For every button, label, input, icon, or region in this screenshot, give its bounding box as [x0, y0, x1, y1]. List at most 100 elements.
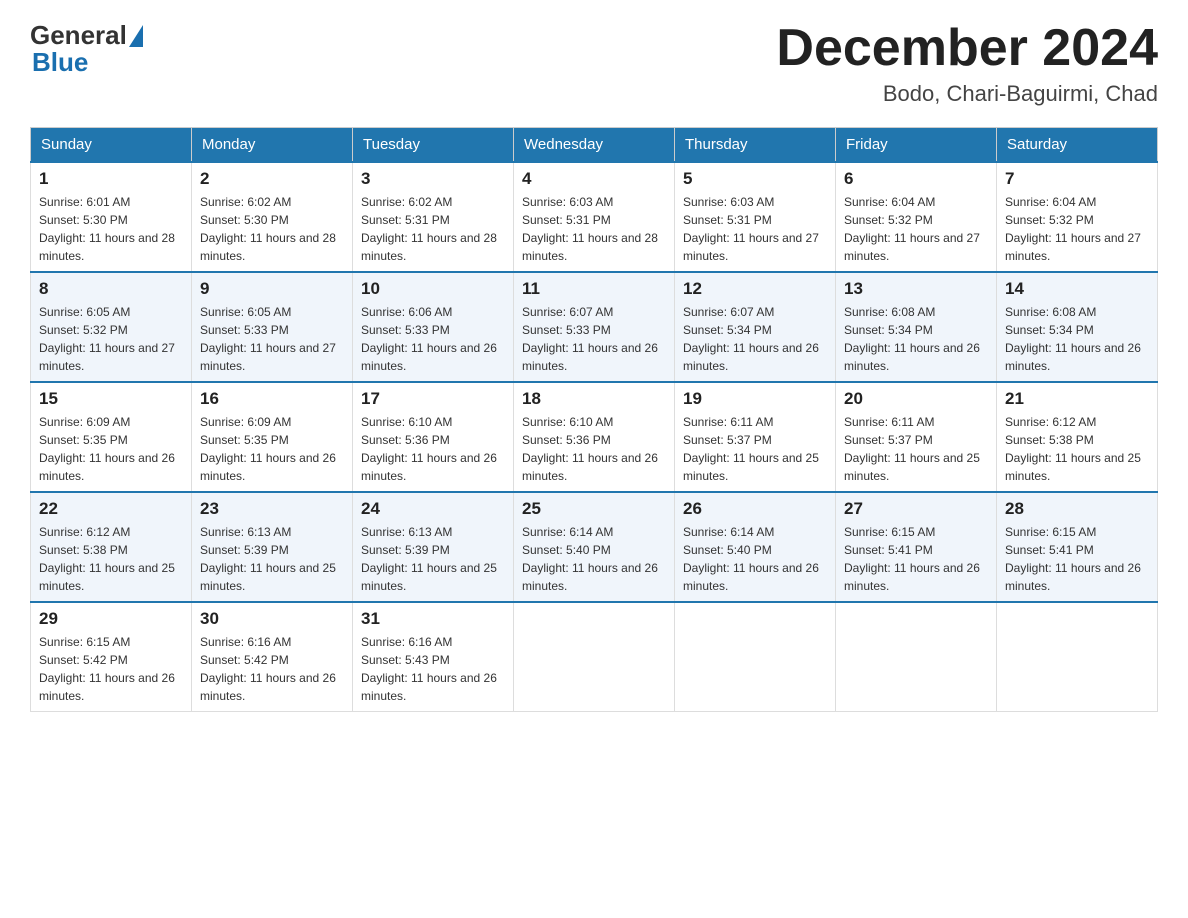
logo-triangle-icon	[129, 25, 143, 47]
day-number: 12	[683, 279, 827, 299]
day-info: Sunrise: 6:08 AM Sunset: 5:34 PM Dayligh…	[844, 303, 988, 375]
day-info: Sunrise: 6:14 AM Sunset: 5:40 PM Dayligh…	[522, 523, 666, 595]
day-number: 30	[200, 609, 344, 629]
calendar-cell: 13 Sunrise: 6:08 AM Sunset: 5:34 PM Dayl…	[836, 272, 997, 382]
calendar-cell: 9 Sunrise: 6:05 AM Sunset: 5:33 PM Dayli…	[192, 272, 353, 382]
calendar-cell	[836, 602, 997, 712]
day-number: 15	[39, 389, 183, 409]
calendar-cell: 22 Sunrise: 6:12 AM Sunset: 5:38 PM Dayl…	[31, 492, 192, 602]
day-number: 24	[361, 499, 505, 519]
day-info: Sunrise: 6:16 AM Sunset: 5:42 PM Dayligh…	[200, 633, 344, 705]
weekday-header-tuesday: Tuesday	[353, 128, 514, 163]
weekday-header-saturday: Saturday	[997, 128, 1158, 163]
day-info: Sunrise: 6:11 AM Sunset: 5:37 PM Dayligh…	[844, 413, 988, 485]
weekday-header-monday: Monday	[192, 128, 353, 163]
location-title: Bodo, Chari-Baguirmi, Chad	[776, 81, 1158, 107]
day-info: Sunrise: 6:12 AM Sunset: 5:38 PM Dayligh…	[1005, 413, 1149, 485]
month-title: December 2024	[776, 20, 1158, 77]
calendar-cell: 12 Sunrise: 6:07 AM Sunset: 5:34 PM Dayl…	[675, 272, 836, 382]
day-info: Sunrise: 6:05 AM Sunset: 5:33 PM Dayligh…	[200, 303, 344, 375]
day-number: 3	[361, 169, 505, 189]
calendar-week-4: 22 Sunrise: 6:12 AM Sunset: 5:38 PM Dayl…	[31, 492, 1158, 602]
calendar-cell: 8 Sunrise: 6:05 AM Sunset: 5:32 PM Dayli…	[31, 272, 192, 382]
day-number: 8	[39, 279, 183, 299]
day-number: 18	[522, 389, 666, 409]
calendar-cell: 31 Sunrise: 6:16 AM Sunset: 5:43 PM Dayl…	[353, 602, 514, 712]
day-number: 27	[844, 499, 988, 519]
calendar-cell: 17 Sunrise: 6:10 AM Sunset: 5:36 PM Dayl…	[353, 382, 514, 492]
calendar-cell: 6 Sunrise: 6:04 AM Sunset: 5:32 PM Dayli…	[836, 162, 997, 272]
day-number: 23	[200, 499, 344, 519]
calendar-cell: 10 Sunrise: 6:06 AM Sunset: 5:33 PM Dayl…	[353, 272, 514, 382]
day-number: 31	[361, 609, 505, 629]
day-info: Sunrise: 6:12 AM Sunset: 5:38 PM Dayligh…	[39, 523, 183, 595]
day-info: Sunrise: 6:10 AM Sunset: 5:36 PM Dayligh…	[361, 413, 505, 485]
day-info: Sunrise: 6:07 AM Sunset: 5:33 PM Dayligh…	[522, 303, 666, 375]
calendar-cell: 5 Sunrise: 6:03 AM Sunset: 5:31 PM Dayli…	[675, 162, 836, 272]
day-number: 9	[200, 279, 344, 299]
calendar-cell: 3 Sunrise: 6:02 AM Sunset: 5:31 PM Dayli…	[353, 162, 514, 272]
day-info: Sunrise: 6:15 AM Sunset: 5:42 PM Dayligh…	[39, 633, 183, 705]
weekday-header-sunday: Sunday	[31, 128, 192, 163]
day-number: 20	[844, 389, 988, 409]
day-info: Sunrise: 6:06 AM Sunset: 5:33 PM Dayligh…	[361, 303, 505, 375]
day-number: 2	[200, 169, 344, 189]
day-info: Sunrise: 6:03 AM Sunset: 5:31 PM Dayligh…	[683, 193, 827, 265]
day-info: Sunrise: 6:16 AM Sunset: 5:43 PM Dayligh…	[361, 633, 505, 705]
day-number: 22	[39, 499, 183, 519]
day-info: Sunrise: 6:05 AM Sunset: 5:32 PM Dayligh…	[39, 303, 183, 375]
calendar-cell	[997, 602, 1158, 712]
day-number: 16	[200, 389, 344, 409]
calendar-cell: 18 Sunrise: 6:10 AM Sunset: 5:36 PM Dayl…	[514, 382, 675, 492]
day-number: 26	[683, 499, 827, 519]
calendar-cell: 7 Sunrise: 6:04 AM Sunset: 5:32 PM Dayli…	[997, 162, 1158, 272]
day-info: Sunrise: 6:02 AM Sunset: 5:30 PM Dayligh…	[200, 193, 344, 265]
day-number: 13	[844, 279, 988, 299]
day-number: 19	[683, 389, 827, 409]
page-header: General Blue December 2024 Bodo, Chari-B…	[30, 20, 1158, 107]
day-info: Sunrise: 6:01 AM Sunset: 5:30 PM Dayligh…	[39, 193, 183, 265]
calendar-week-5: 29 Sunrise: 6:15 AM Sunset: 5:42 PM Dayl…	[31, 602, 1158, 712]
title-block: December 2024 Bodo, Chari-Baguirmi, Chad	[776, 20, 1158, 107]
calendar-cell: 28 Sunrise: 6:15 AM Sunset: 5:41 PM Dayl…	[997, 492, 1158, 602]
calendar-week-1: 1 Sunrise: 6:01 AM Sunset: 5:30 PM Dayli…	[31, 162, 1158, 272]
calendar-cell: 29 Sunrise: 6:15 AM Sunset: 5:42 PM Dayl…	[31, 602, 192, 712]
day-info: Sunrise: 6:13 AM Sunset: 5:39 PM Dayligh…	[200, 523, 344, 595]
calendar-cell: 24 Sunrise: 6:13 AM Sunset: 5:39 PM Dayl…	[353, 492, 514, 602]
calendar-cell: 4 Sunrise: 6:03 AM Sunset: 5:31 PM Dayli…	[514, 162, 675, 272]
calendar-cell: 26 Sunrise: 6:14 AM Sunset: 5:40 PM Dayl…	[675, 492, 836, 602]
day-info: Sunrise: 6:10 AM Sunset: 5:36 PM Dayligh…	[522, 413, 666, 485]
calendar-cell: 1 Sunrise: 6:01 AM Sunset: 5:30 PM Dayli…	[31, 162, 192, 272]
day-info: Sunrise: 6:04 AM Sunset: 5:32 PM Dayligh…	[844, 193, 988, 265]
day-number: 14	[1005, 279, 1149, 299]
day-info: Sunrise: 6:09 AM Sunset: 5:35 PM Dayligh…	[200, 413, 344, 485]
logo-blue-text: Blue	[32, 47, 88, 78]
calendar-week-3: 15 Sunrise: 6:09 AM Sunset: 5:35 PM Dayl…	[31, 382, 1158, 492]
day-number: 5	[683, 169, 827, 189]
calendar-cell: 21 Sunrise: 6:12 AM Sunset: 5:38 PM Dayl…	[997, 382, 1158, 492]
calendar-cell: 15 Sunrise: 6:09 AM Sunset: 5:35 PM Dayl…	[31, 382, 192, 492]
calendar-table: SundayMondayTuesdayWednesdayThursdayFrid…	[30, 127, 1158, 712]
calendar-cell: 25 Sunrise: 6:14 AM Sunset: 5:40 PM Dayl…	[514, 492, 675, 602]
weekday-header-wednesday: Wednesday	[514, 128, 675, 163]
day-number: 6	[844, 169, 988, 189]
calendar-cell: 23 Sunrise: 6:13 AM Sunset: 5:39 PM Dayl…	[192, 492, 353, 602]
day-info: Sunrise: 6:13 AM Sunset: 5:39 PM Dayligh…	[361, 523, 505, 595]
calendar-cell: 14 Sunrise: 6:08 AM Sunset: 5:34 PM Dayl…	[997, 272, 1158, 382]
day-info: Sunrise: 6:15 AM Sunset: 5:41 PM Dayligh…	[1005, 523, 1149, 595]
day-number: 21	[1005, 389, 1149, 409]
calendar-cell: 30 Sunrise: 6:16 AM Sunset: 5:42 PM Dayl…	[192, 602, 353, 712]
weekday-header-friday: Friday	[836, 128, 997, 163]
day-info: Sunrise: 6:03 AM Sunset: 5:31 PM Dayligh…	[522, 193, 666, 265]
calendar-cell: 16 Sunrise: 6:09 AM Sunset: 5:35 PM Dayl…	[192, 382, 353, 492]
day-info: Sunrise: 6:02 AM Sunset: 5:31 PM Dayligh…	[361, 193, 505, 265]
calendar-cell	[675, 602, 836, 712]
day-number: 25	[522, 499, 666, 519]
weekday-header-thursday: Thursday	[675, 128, 836, 163]
day-info: Sunrise: 6:11 AM Sunset: 5:37 PM Dayligh…	[683, 413, 827, 485]
day-number: 28	[1005, 499, 1149, 519]
calendar-cell: 11 Sunrise: 6:07 AM Sunset: 5:33 PM Dayl…	[514, 272, 675, 382]
day-info: Sunrise: 6:09 AM Sunset: 5:35 PM Dayligh…	[39, 413, 183, 485]
calendar-cell: 2 Sunrise: 6:02 AM Sunset: 5:30 PM Dayli…	[192, 162, 353, 272]
day-number: 11	[522, 279, 666, 299]
